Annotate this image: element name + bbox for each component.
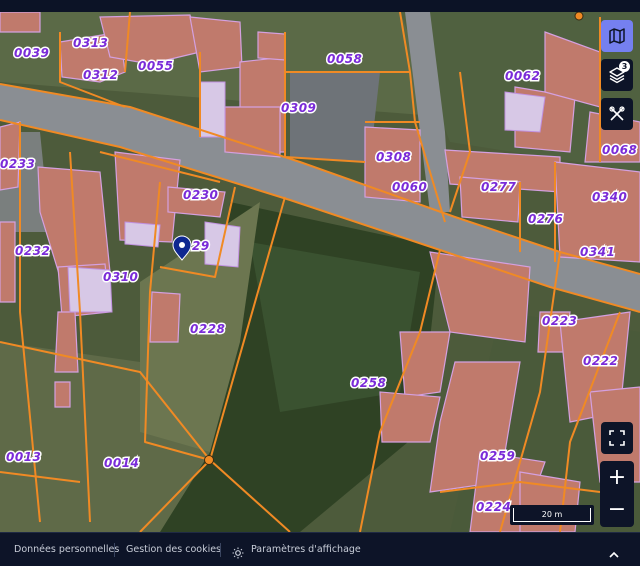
top-bar [0, 0, 640, 12]
layers-count-badge: 3 [619, 61, 630, 72]
footer-divider [220, 543, 221, 557]
map-viewport[interactable]: 0039 0313 0312 0055 0058 0062 0309 0308 … [0, 12, 640, 532]
layers-button[interactable]: 3 [601, 59, 633, 91]
fullscreen-button[interactable] [601, 422, 633, 454]
parcel-label: 0222 [583, 354, 618, 368]
parcel-label: 0312 [83, 68, 118, 82]
parcel-label: 0014 [104, 456, 139, 470]
parcel-label: 0058 [327, 52, 362, 66]
parcel-label: 0233 [0, 157, 35, 171]
fullscreen-icon [608, 429, 626, 447]
scale-bar: 20 m [510, 505, 594, 525]
footer-bar: Données personnelles Gestion des cookies… [0, 532, 640, 566]
map-application: 0039 0313 0312 0055 0058 0062 0309 0308 … [0, 0, 640, 566]
parcel-label: 0230 [183, 188, 218, 202]
parcel-label: 0259 [480, 449, 515, 463]
tools-button[interactable] [601, 98, 633, 130]
parcel-label: 0039 [14, 46, 49, 60]
parcel-label: 0224 [476, 500, 511, 514]
zoom-in-button[interactable]: + [600, 462, 634, 494]
cookies-link[interactable]: Gestion des cookies [126, 544, 221, 555]
parcel-label: 0013 [6, 450, 41, 464]
footer-divider [114, 543, 115, 557]
parcel-label: 0228 [190, 322, 225, 336]
parcel-label: 0223 [542, 314, 577, 328]
zoom-controls: + − [600, 461, 634, 527]
parcel-label: 0276 [528, 212, 563, 226]
parcel-label: 0068 [602, 143, 637, 157]
parcel-label: 0310 [103, 270, 138, 284]
zoom-out-button[interactable]: − [600, 494, 634, 526]
map-icon [608, 27, 626, 45]
personal-data-link[interactable]: Données personnelles [14, 544, 119, 555]
parcel-label: 0340 [592, 190, 627, 204]
parcel-label: 29 [192, 239, 210, 253]
tools-icon [608, 105, 626, 123]
parcel-label: 0313 [73, 36, 108, 50]
display-settings-link[interactable]: Paramètres d'affichage [251, 544, 361, 555]
parcel-label: 0060 [392, 180, 427, 194]
parcel-label: 0277 [481, 180, 517, 194]
map-view-button[interactable] [601, 20, 633, 52]
parcel-label: 0309 [281, 101, 316, 115]
parcel-label: 0232 [15, 244, 50, 258]
sun-icon [232, 544, 244, 563]
parcel-label: 0308 [376, 150, 411, 164]
parcel-label: 0341 [580, 245, 615, 259]
scale-label: 20 m [513, 508, 591, 522]
parcel-label: 0258 [351, 376, 386, 390]
parcel-label: 0062 [505, 69, 540, 83]
parcel-label: 0055 [138, 59, 173, 73]
chevron-up-icon[interactable] [608, 545, 620, 564]
